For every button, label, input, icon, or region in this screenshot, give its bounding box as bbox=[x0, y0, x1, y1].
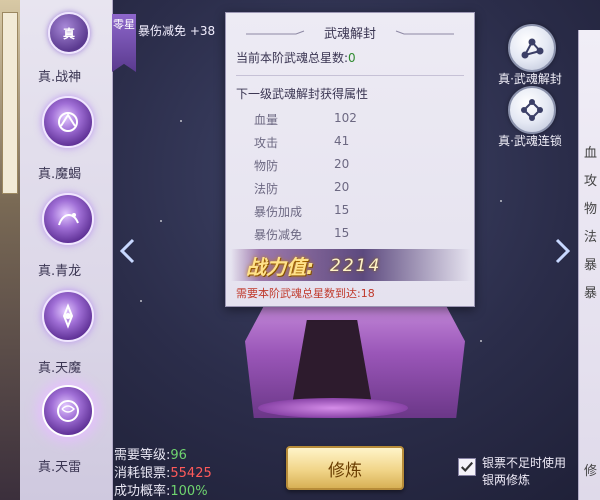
star bbox=[180, 120, 182, 122]
star bbox=[480, 340, 482, 342]
right-panel-char: 暴 bbox=[584, 258, 598, 273]
chain-button-label[interactable]: 真·武魂连锁 bbox=[480, 132, 580, 149]
star bbox=[140, 300, 142, 302]
rank-bonus-text: 暴伤减免 +38 bbox=[138, 24, 216, 38]
attr-value: 102 bbox=[334, 111, 357, 125]
attr-value: 41 bbox=[334, 134, 350, 148]
right-panel-char: 血 bbox=[584, 146, 598, 161]
attr-value: 15 bbox=[334, 203, 350, 217]
chevron-left-icon bbox=[119, 238, 135, 264]
skill-orb-qinglong[interactable] bbox=[42, 290, 94, 342]
star bbox=[160, 220, 162, 222]
chain-button[interactable] bbox=[508, 86, 556, 134]
current-total-line: 当前本阶武魂总星数:0 bbox=[236, 49, 356, 66]
skill-label-tianmo[interactable]: 真.天魔 bbox=[38, 357, 104, 376]
skill-list-panel: 真 真.战神 真.魔蝎 真.青龙 真.天魔 真.天雷 bbox=[20, 0, 113, 500]
left-edge-decoration bbox=[0, 0, 20, 500]
skill-orb-zhanshen[interactable] bbox=[42, 96, 94, 148]
use-silver-checkbox[interactable] bbox=[458, 458, 476, 476]
attr-name: 血量 bbox=[254, 113, 279, 127]
star-rank-flag: 零星 bbox=[112, 14, 136, 72]
required-level-label: 需要等级: bbox=[114, 448, 171, 463]
attr-name: 法防 bbox=[254, 182, 279, 196]
success-rate-label: 成功概率: bbox=[114, 484, 171, 499]
unseal-tooltip-panel: 武魂解封 当前本阶武魂总星数:0 下一级武魂解封获得属性 血量 102 攻击 4… bbox=[225, 12, 475, 307]
demon-emblem-icon bbox=[62, 303, 74, 329]
skill-label-moxie[interactable]: 真.魔蝎 bbox=[38, 163, 104, 182]
attr-name: 攻击 bbox=[254, 136, 279, 150]
unseal-button-label[interactable]: 真·武魂解封 bbox=[480, 70, 580, 87]
character-pedestal bbox=[258, 398, 408, 418]
thunder-emblem-icon bbox=[57, 400, 79, 422]
tooltip-divider bbox=[236, 75, 464, 76]
right-attribute-panel: 血 攻 物 法 暴 暴 修 bbox=[578, 30, 600, 500]
cost-silver-value: 55425 bbox=[170, 466, 212, 481]
attr-value: 15 bbox=[334, 226, 350, 240]
skill-label-zhanshen[interactable]: 真.战神 bbox=[38, 66, 104, 85]
attr-name: 暴伤加成 bbox=[254, 205, 303, 219]
required-level: 需要等级:96 bbox=[114, 444, 187, 463]
requirement-text: 需要本阶武魂总星数到达:18 bbox=[236, 287, 375, 300]
current-total-value: 0 bbox=[348, 51, 356, 65]
power-label: 战力值: bbox=[246, 255, 314, 279]
required-level-value: 96 bbox=[170, 448, 187, 463]
prev-arrow-button[interactable] bbox=[116, 236, 140, 266]
right-panel-char: 法 bbox=[584, 230, 598, 245]
skill-label-qinglong[interactable]: 真.青龙 bbox=[38, 260, 104, 279]
use-silver-label[interactable]: 银票不足时使用银两修炼 bbox=[482, 455, 574, 489]
right-panel-char: 暴 bbox=[584, 286, 598, 301]
next-level-header: 下一级武魂解封获得属性 bbox=[236, 87, 369, 101]
right-panel-char: 修 bbox=[584, 464, 598, 479]
success-rate-value: 100% bbox=[170, 484, 208, 499]
power-value: 2214 bbox=[330, 256, 382, 276]
ornament-right-icon bbox=[395, 30, 454, 35]
skill-orb-moxie[interactable] bbox=[42, 193, 94, 245]
attr-value: 20 bbox=[334, 157, 350, 171]
right-panel-char: 攻 bbox=[584, 174, 598, 189]
unseal-button[interactable] bbox=[508, 24, 556, 72]
chevron-right-icon bbox=[555, 238, 571, 264]
cultivate-button[interactable]: 修炼 bbox=[286, 446, 404, 490]
skill-label-tianlei[interactable]: 真.天雷 bbox=[38, 456, 104, 475]
constellation-icon bbox=[521, 38, 544, 59]
star bbox=[500, 200, 502, 202]
skill-orb-tianmo-selected[interactable] bbox=[42, 385, 94, 437]
attr-name: 暴伤减免 bbox=[254, 228, 303, 242]
current-total-label: 当前本阶武魂总星数: bbox=[236, 51, 349, 65]
success-rate: 成功概率:100% bbox=[114, 480, 208, 499]
attr-name: 物防 bbox=[254, 159, 279, 173]
cost-silver-label: 消耗银票: bbox=[114, 466, 171, 481]
zhen-badge[interactable]: 真 bbox=[48, 12, 90, 54]
right-panel-char: 物 bbox=[584, 202, 598, 217]
dragon-emblem-icon bbox=[58, 213, 79, 226]
scroll-banner bbox=[2, 12, 18, 194]
next-arrow-button[interactable] bbox=[550, 236, 574, 266]
wolf-emblem-icon bbox=[58, 112, 78, 132]
chain-icon bbox=[521, 99, 543, 121]
attr-value: 20 bbox=[334, 180, 350, 194]
checkmark-icon bbox=[461, 461, 474, 473]
cost-silver: 消耗银票:55425 bbox=[114, 462, 212, 481]
